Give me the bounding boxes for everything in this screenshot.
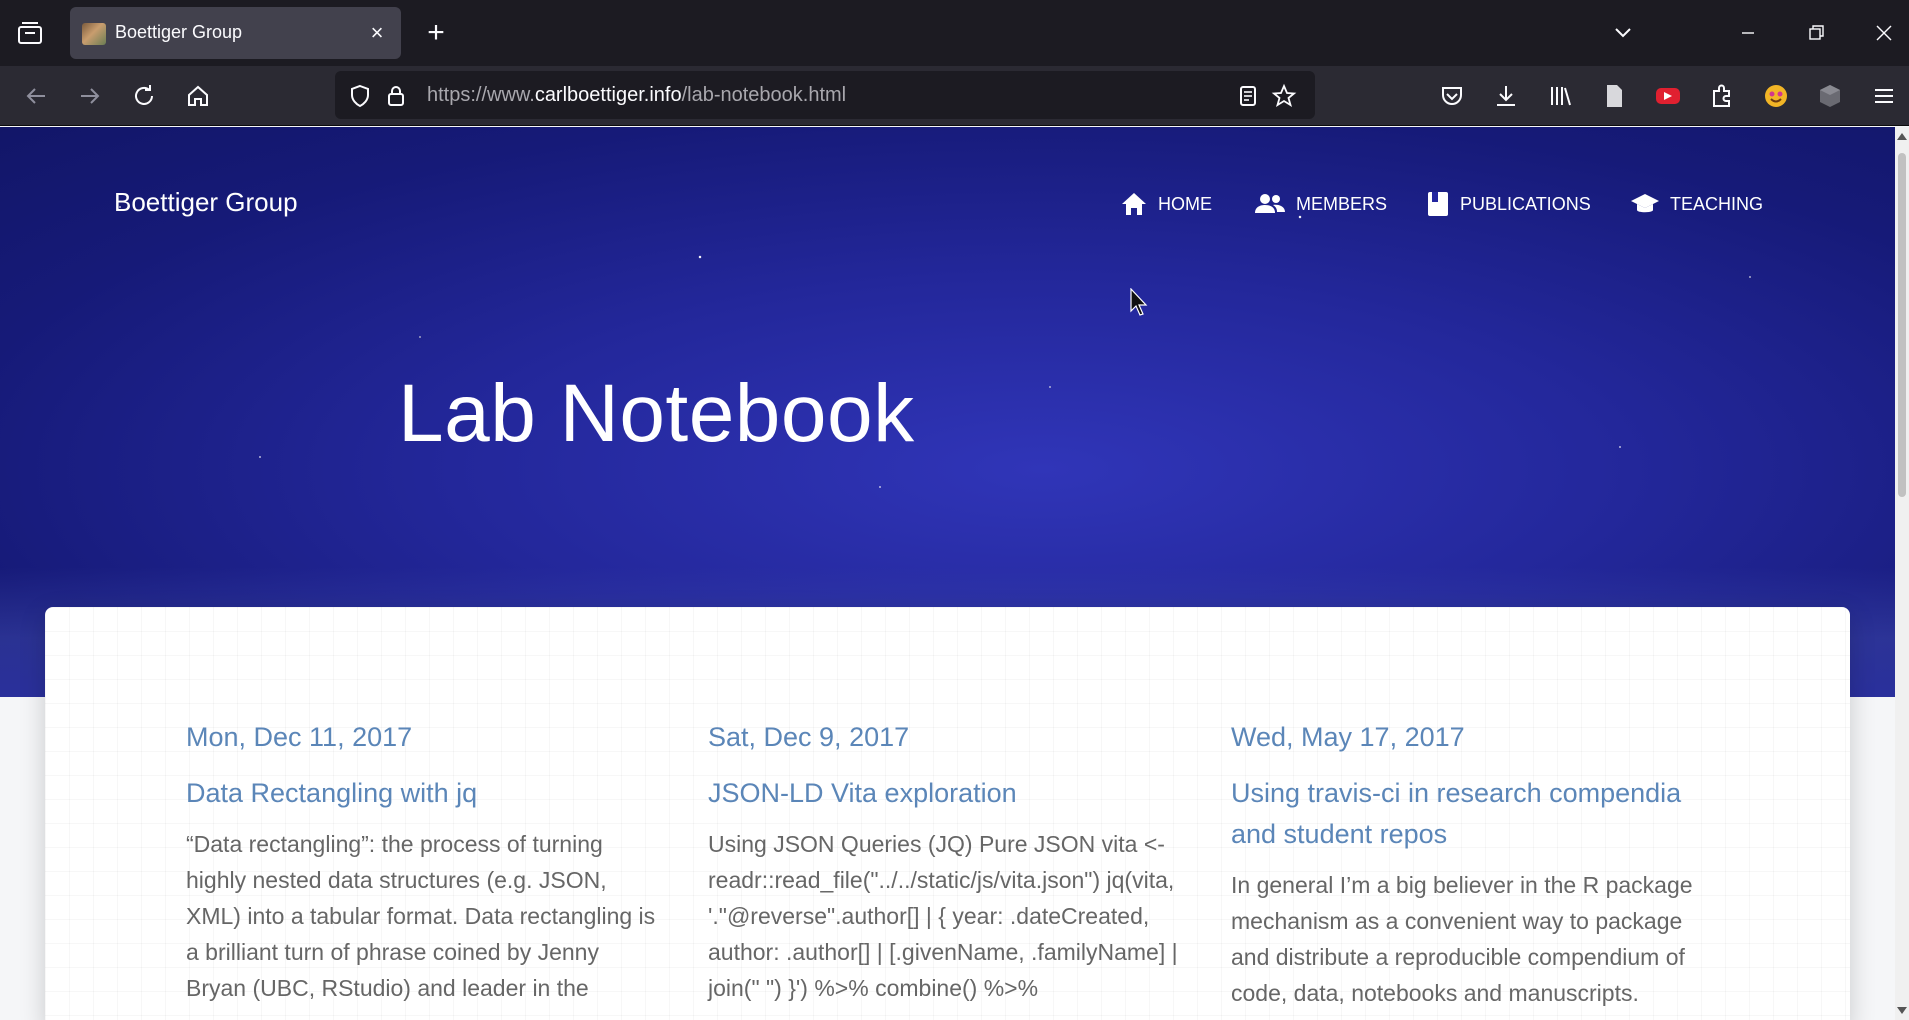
mouse-cursor-icon — [1130, 287, 1150, 318]
forward-icon[interactable] — [74, 80, 106, 112]
nav-publications[interactable]: PUBLICATIONS — [1426, 189, 1591, 219]
page-viewport: Boettiger Group HOME MEMBERS PUBLICATION… — [0, 127, 1895, 1020]
post-item: Wed, May 17, 2017 Using travis-ci in res… — [1231, 722, 1701, 1011]
minimize-button[interactable] — [1728, 16, 1768, 50]
navigation-toolbar: https://www.carlboettiger.info/lab-noteb… — [0, 66, 1909, 126]
post-title-link[interactable]: JSON-LD Vita exploration — [708, 773, 1178, 814]
pocket-icon[interactable] — [1437, 81, 1467, 111]
video-extension-icon[interactable] — [1653, 81, 1683, 111]
menu-icon[interactable] — [1869, 81, 1899, 111]
address-bar[interactable]: https://www.carlboettiger.info/lab-noteb… — [335, 71, 1315, 119]
post-excerpt: “Data rectangling”: the process of turni… — [186, 831, 656, 1001]
lock-icon[interactable] — [383, 83, 409, 109]
nav-publications-label: PUBLICATIONS — [1460, 193, 1591, 214]
close-window-button[interactable] — [1864, 16, 1904, 50]
close-tab-icon[interactable]: × — [363, 19, 391, 47]
scrollbar-thumb[interactable] — [1898, 153, 1906, 497]
document-icon[interactable] — [1599, 81, 1629, 111]
post-date: Sat, Dec 9, 2017 — [708, 722, 910, 752]
downloads-icon[interactable] — [1491, 81, 1521, 111]
scroll-up-icon[interactable] — [1897, 133, 1907, 140]
bookmark-star-icon[interactable] — [1271, 83, 1297, 109]
reload-icon[interactable] — [128, 80, 160, 112]
nav-members[interactable]: MEMBERS — [1254, 189, 1387, 219]
posts-card: Mon, Dec 11, 2017 Data Rectangling with … — [45, 607, 1850, 1020]
nav-teaching[interactable]: TEACHING — [1630, 189, 1763, 219]
url-host: carlboettiger.info — [534, 84, 682, 106]
nav-members-label: MEMBERS — [1296, 193, 1388, 214]
post-title-link[interactable]: Using travis-ci in research compendia an… — [1231, 773, 1701, 855]
active-tab[interactable]: Boettiger Group × — [70, 7, 401, 59]
tab-overview-icon[interactable] — [14, 20, 46, 48]
url-prefix: https://www. — [427, 84, 535, 106]
post-excerpt: Using JSON Queries (JQ) Pure JSON vita <… — [708, 831, 1178, 1001]
post-date: Mon, Dec 11, 2017 — [186, 722, 413, 752]
nav-home-label: HOME — [1158, 193, 1212, 214]
library-icon[interactable] — [1545, 81, 1575, 111]
graduation-cap-icon — [1630, 191, 1660, 217]
home-icon — [1120, 191, 1148, 217]
cube-extension-icon[interactable] — [1815, 81, 1845, 111]
scroll-down-icon[interactable] — [1897, 1007, 1907, 1014]
url-path: /lab-notebook.html — [681, 84, 847, 106]
post-excerpt: In general I’m a big believer in the R p… — [1231, 872, 1693, 1006]
emoji-extension-icon[interactable] — [1761, 81, 1791, 111]
new-tab-button[interactable]: + — [420, 18, 452, 50]
tab-bar: Boettiger Group × + — [0, 0, 1909, 66]
back-icon[interactable] — [20, 80, 52, 112]
page-title: Lab Notebook — [398, 368, 915, 459]
site-favicon — [82, 23, 106, 45]
post-item: Sat, Dec 9, 2017 JSON-LD Vita exploratio… — [708, 722, 1178, 1006]
post-date: Wed, May 17, 2017 — [1231, 722, 1465, 752]
restore-button[interactable] — [1796, 16, 1836, 50]
post-title-link[interactable]: Data Rectangling with jq — [186, 773, 656, 814]
people-icon — [1254, 191, 1286, 217]
chevron-down-icon[interactable] — [1608, 18, 1638, 48]
home-icon[interactable] — [182, 80, 214, 112]
tab-title: Boettiger Group — [115, 22, 243, 42]
page-scrollbar[interactable] — [1895, 127, 1909, 1020]
site-brand[interactable]: Boettiger Group — [114, 187, 298, 218]
post-item: Mon, Dec 11, 2017 Data Rectangling with … — [186, 722, 656, 1006]
shield-icon[interactable] — [347, 83, 373, 109]
nav-home[interactable]: HOME — [1120, 189, 1212, 219]
extensions-icon[interactable] — [1707, 81, 1737, 111]
url-text[interactable]: https://www.carlboettiger.info/lab-noteb… — [427, 84, 846, 107]
book-icon — [1426, 190, 1450, 218]
nav-teaching-label: TEACHING — [1670, 193, 1764, 214]
reader-view-icon[interactable] — [1235, 83, 1261, 109]
